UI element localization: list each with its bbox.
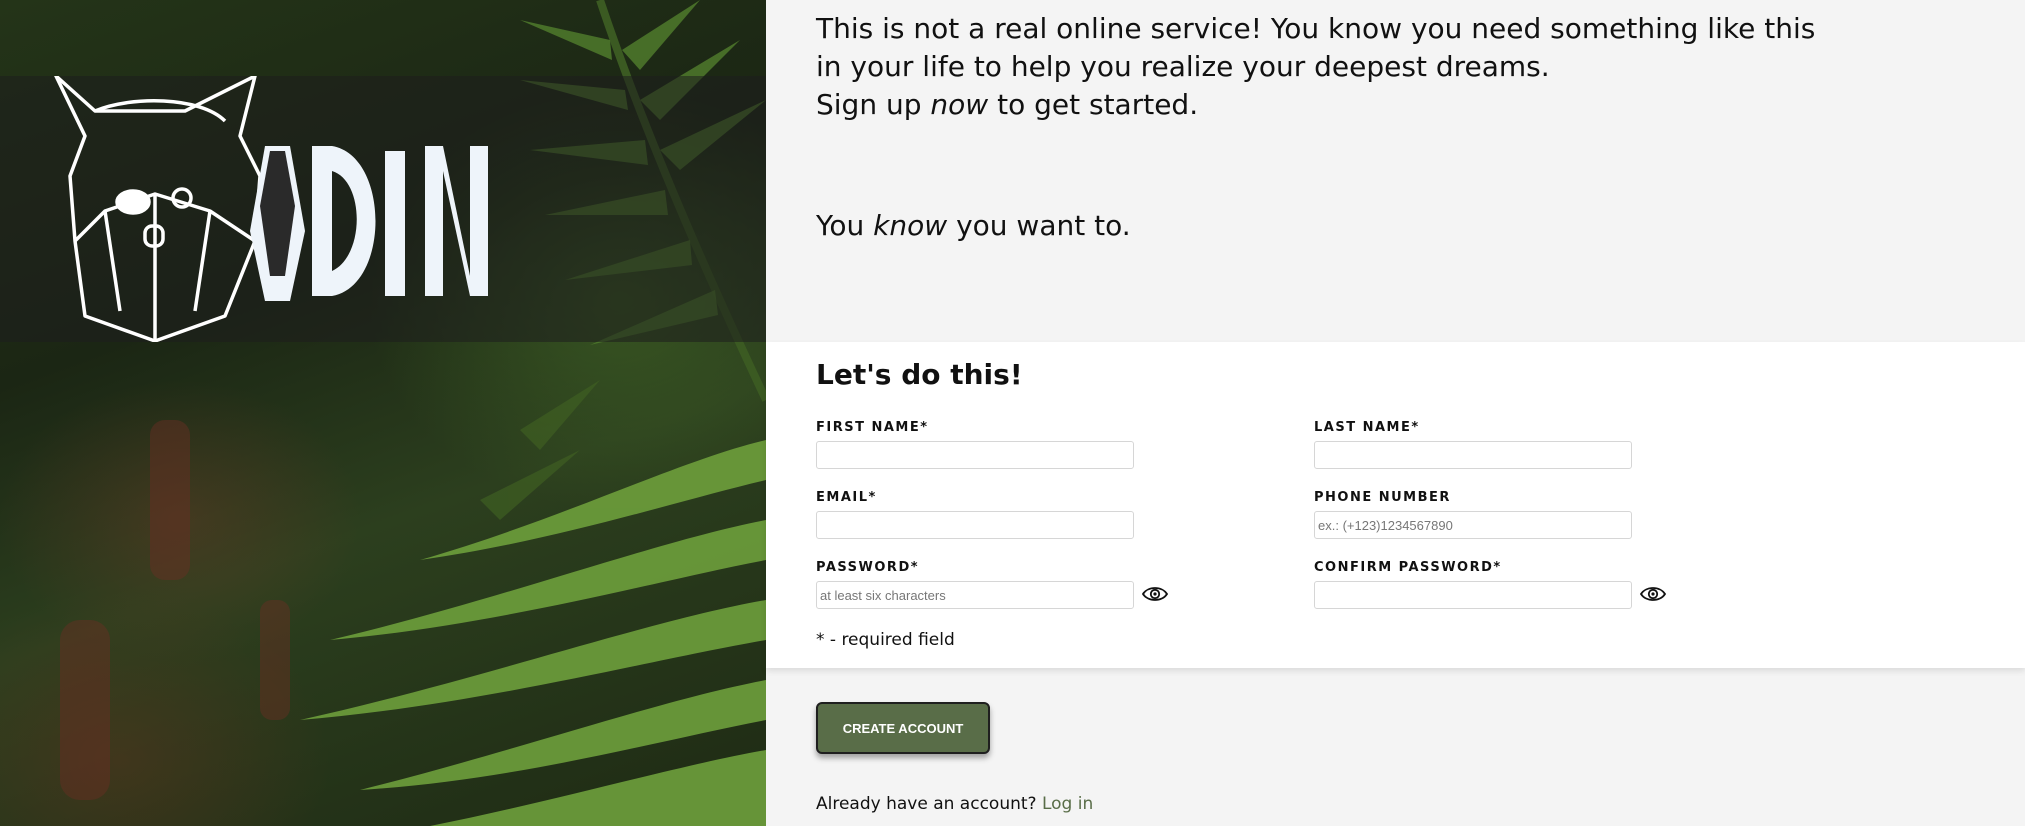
login-link[interactable]: Log in	[1042, 794, 1093, 814]
email-label: EMAIL*	[816, 490, 877, 505]
email-field: EMAIL*	[816, 490, 1134, 539]
last-name-input[interactable]	[1314, 441, 1632, 469]
intro-line-1: This is not a real online service! You k…	[816, 12, 1816, 45]
intro-line-3-end: to get started.	[988, 88, 1199, 121]
confirm-password-field: CONFIRM PASSWORD*	[1314, 560, 1666, 609]
last-name-label: LAST NAME*	[1314, 420, 1420, 435]
login-prompt-text: Already have an account?	[816, 794, 1042, 814]
intro-emphasis-now: now	[930, 88, 989, 121]
required-field-note: * - required field	[816, 630, 955, 650]
eye-icon[interactable]	[1142, 585, 1168, 603]
first-name-input[interactable]	[816, 441, 1134, 469]
signup-form: Let's do this! FIRST NAME* LAST NAME* EM…	[766, 342, 2025, 668]
first-name-field: FIRST NAME*	[816, 420, 1134, 469]
logo-band	[0, 76, 766, 342]
phone-field: PHONE NUMBER	[1314, 490, 1632, 539]
odin-logo	[54, 76, 488, 342]
phone-label: PHONE NUMBER	[1314, 490, 1451, 505]
hero-image-panel	[0, 0, 766, 826]
signup-content: This is not a real online service! You k…	[766, 0, 2025, 826]
login-prompt: Already have an account? Log in	[816, 794, 1093, 814]
confirm-password-input[interactable]	[1314, 581, 1632, 609]
password-label: PASSWORD*	[816, 560, 920, 575]
logo-wordmark	[250, 146, 488, 301]
intro-line-3-start: Sign up	[816, 88, 931, 121]
know-tagline: You know you want to.	[816, 207, 1131, 245]
confirm-password-label: CONFIRM PASSWORD*	[1314, 560, 1502, 575]
viking-head-icon	[54, 76, 262, 342]
intro-text: This is not a real online service! You k…	[816, 10, 1816, 124]
password-input[interactable]	[816, 581, 1134, 609]
intro-line-2: in your life to help you realize your de…	[816, 50, 1550, 83]
email-input[interactable]	[816, 511, 1134, 539]
last-name-field: LAST NAME*	[1314, 420, 1632, 469]
know-emphasis: know	[873, 209, 948, 242]
know-start: You	[816, 209, 874, 242]
create-account-button[interactable]: CREATE ACCOUNT	[816, 702, 990, 754]
eye-icon[interactable]	[1640, 585, 1666, 603]
form-title: Let's do this!	[816, 358, 1023, 391]
phone-input[interactable]	[1314, 511, 1632, 539]
first-name-label: FIRST NAME*	[816, 420, 929, 435]
password-field: PASSWORD*	[816, 560, 1168, 609]
know-end: you want to.	[947, 209, 1131, 242]
